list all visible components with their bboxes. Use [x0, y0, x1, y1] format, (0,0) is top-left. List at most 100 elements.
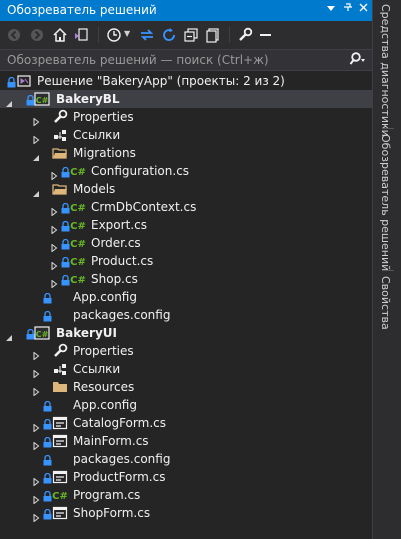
- csharp-file-icon: C#: [70, 271, 86, 287]
- refresh-icon[interactable]: [160, 26, 178, 44]
- tree-item-label: packages.config: [73, 308, 171, 322]
- pending-changes-icon[interactable]: [105, 26, 123, 44]
- side-tab-solution-explorer[interactable]: Обозреватель решений: [379, 134, 392, 271]
- toolbar: ▼: [0, 21, 372, 49]
- csharp-file-icon: C#: [70, 253, 86, 269]
- tree-item[interactable]: Properties: [0, 108, 372, 127]
- search-icon[interactable]: [348, 52, 366, 71]
- expand-arrow-collapsed-icon[interactable]: [32, 491, 40, 505]
- form-file-icon: [52, 469, 68, 485]
- tree-item-label: ShopForm.cs: [73, 506, 151, 520]
- home-icon[interactable]: [51, 26, 69, 44]
- svg-text:C#: C#: [70, 221, 86, 232]
- tree-item[interactable]: Ссылки: [0, 126, 372, 145]
- tree-item[interactable]: C# CrmDbContext.cs: [0, 198, 372, 217]
- folder-open-icon: [52, 181, 68, 197]
- search-input[interactable]: Обозреватель решений — поиск (Ctrl+ж): [7, 53, 269, 67]
- back-icon[interactable]: [5, 26, 23, 44]
- pending-changes-dropdown-icon[interactable]: ▼: [124, 29, 130, 38]
- tree-item[interactable]: C# Order.cs: [0, 234, 372, 253]
- tree-item-label: Order.cs: [91, 236, 141, 250]
- tree-item-label: Migrations: [73, 146, 136, 160]
- expand-arrow-collapsed-icon[interactable]: [32, 419, 40, 433]
- tree-item[interactable]: packages.config: [0, 306, 372, 324]
- tree-item[interactable]: Resources: [0, 378, 372, 397]
- csharp-file-icon: C#: [70, 235, 86, 251]
- tree-item[interactable]: C# BakeryBL: [0, 90, 372, 108]
- form-file-icon: [52, 433, 68, 449]
- csharp-file-icon: C#: [52, 487, 68, 503]
- tree-item[interactable]: C# Shop.cs: [0, 270, 372, 289]
- references-icon: [52, 361, 68, 377]
- expand-arrow-collapsed-icon[interactable]: [32, 347, 40, 361]
- expand-arrow-collapsed-icon[interactable]: [50, 167, 58, 181]
- svg-text:C#: C#: [70, 257, 86, 268]
- tree-item[interactable]: App.config: [0, 288, 372, 306]
- form-file-icon: [52, 505, 68, 521]
- tree-item-label: Program.cs: [73, 488, 141, 502]
- source-control-lock-icon: [43, 291, 52, 304]
- config-file-icon: [52, 397, 68, 413]
- expand-arrow-collapsed-icon[interactable]: [50, 257, 58, 271]
- tree-item[interactable]: ProductForm.cs: [0, 468, 372, 487]
- expand-arrow-collapsed-icon[interactable]: [32, 113, 40, 127]
- csharp-file-icon: C#: [70, 199, 86, 215]
- tree-item[interactable]: MainForm.cs: [0, 432, 372, 451]
- close-icon[interactable]: [356, 2, 370, 18]
- expand-arrow-collapsed-icon[interactable]: [32, 437, 40, 451]
- tree-item[interactable]: C# Configuration.cs: [0, 162, 372, 181]
- tree-item-label: Properties: [73, 344, 134, 358]
- tree-item[interactable]: C# BakeryUI: [0, 324, 372, 342]
- svg-text:C#: C#: [70, 203, 86, 214]
- properties-wrench-icon[interactable]: [236, 26, 254, 44]
- svg-text:C#: C#: [70, 239, 86, 250]
- expand-arrow-expanded-icon[interactable]: [32, 149, 40, 161]
- expand-arrow-expanded-icon[interactable]: [5, 95, 13, 107]
- tree-item[interactable]: C# Program.cs: [0, 486, 372, 505]
- search-box[interactable]: Обозреватель решений — поиск (Ctrl+ж): [0, 49, 372, 71]
- expand-arrow-expanded-icon[interactable]: [5, 329, 13, 341]
- preview-selected-icon[interactable]: [256, 26, 274, 44]
- show-all-files-icon[interactable]: [204, 26, 222, 44]
- csharp-project-icon: C#: [34, 325, 50, 341]
- tree-item[interactable]: C# Product.cs: [0, 252, 372, 271]
- tree-item[interactable]: Migrations: [0, 144, 372, 162]
- expand-arrow-collapsed-icon[interactable]: [50, 221, 58, 235]
- expand-arrow-collapsed-icon[interactable]: [32, 509, 40, 523]
- tree-item[interactable]: Ссылки: [0, 360, 372, 379]
- tree-item[interactable]: Models: [0, 180, 372, 198]
- tree-item[interactable]: Properties: [0, 342, 372, 361]
- source-control-lock-icon: [43, 417, 52, 430]
- tree-item[interactable]: App.config: [0, 396, 372, 414]
- window-options-icon[interactable]: [324, 2, 338, 18]
- sync-icon[interactable]: [138, 26, 156, 44]
- expand-arrow-collapsed-icon[interactable]: [32, 365, 40, 379]
- panel-title: Обозреватель решений: [7, 3, 157, 17]
- tree-item[interactable]: Решение "BakeryApp" (проекты: 2 из 2): [0, 72, 372, 90]
- folder-icon: [52, 379, 68, 395]
- tree-item[interactable]: packages.config: [0, 450, 372, 468]
- config-file-icon: [52, 451, 68, 467]
- expand-arrow-collapsed-icon[interactable]: [32, 473, 40, 487]
- tab-divider: [382, 270, 394, 271]
- tree-item[interactable]: C# Export.cs: [0, 216, 372, 235]
- side-tab-properties[interactable]: Свойства: [379, 276, 392, 330]
- expand-arrow-collapsed-icon[interactable]: [32, 383, 40, 397]
- tree-item-label: ProductForm.cs: [73, 470, 166, 484]
- expand-arrow-collapsed-icon[interactable]: [50, 239, 58, 253]
- wrench-icon: [52, 343, 68, 359]
- forward-icon[interactable]: [28, 26, 46, 44]
- collapse-all-icon[interactable]: [182, 26, 200, 44]
- tree-item[interactable]: ShopForm.cs: [0, 504, 372, 523]
- pin-icon[interactable]: [341, 2, 355, 18]
- expand-arrow-collapsed-icon[interactable]: [50, 275, 58, 289]
- tree-item-label: CrmDbContext.cs: [91, 200, 197, 214]
- expand-arrow-collapsed-icon[interactable]: [32, 131, 40, 145]
- switch-views-icon[interactable]: [72, 26, 90, 44]
- tree-item[interactable]: CatalogForm.cs: [0, 414, 372, 433]
- side-tab-diagnostics[interactable]: Средства диагностики: [379, 4, 392, 137]
- tree-item-label: BakeryUI: [56, 326, 117, 340]
- expand-arrow-collapsed-icon[interactable]: [50, 203, 58, 217]
- expand-arrow-expanded-icon[interactable]: [32, 185, 40, 197]
- tree-item-label: Product.cs: [91, 254, 154, 268]
